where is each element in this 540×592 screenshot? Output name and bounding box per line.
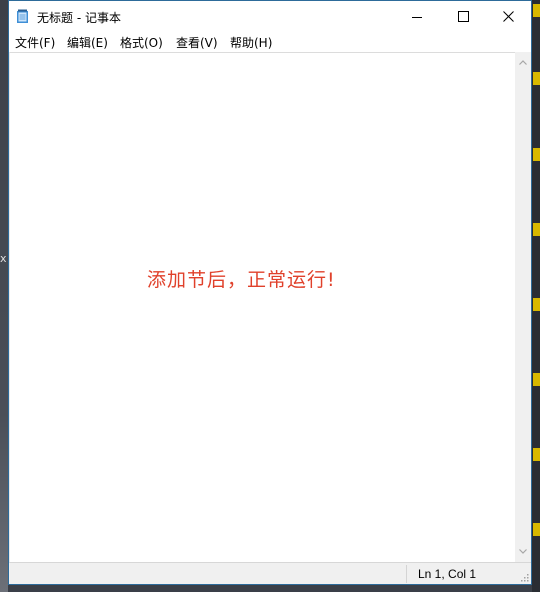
menu-edit[interactable]: 编辑(E) xyxy=(67,34,108,51)
cursor-position: Ln 1, Col 1 xyxy=(418,567,477,581)
title-bar[interactable]: 无标题 - 记事本 xyxy=(9,1,531,32)
desktop-marker xyxy=(533,4,540,17)
maximize-button[interactable] xyxy=(440,1,486,32)
desktop-background-right xyxy=(532,0,540,592)
close-button[interactable] xyxy=(485,1,531,32)
menu-view[interactable]: 查看(V) xyxy=(176,34,218,51)
notepad-window: 无标题 - 记事本 文件(F) 编辑(E) 格式(O) 查看(V) 帮助(H) … xyxy=(8,0,532,585)
status-bar: Ln 1, Col 1 xyxy=(9,562,531,584)
vertical-scrollbar[interactable] xyxy=(515,52,531,562)
menu-bar: 文件(F) 编辑(E) 格式(O) 查看(V) 帮助(H) xyxy=(9,32,531,52)
minimize-button[interactable] xyxy=(394,1,440,32)
desktop-marker xyxy=(533,448,540,461)
notepad-icon xyxy=(16,9,29,24)
text-editor[interactable]: 添加节后，正常运行! xyxy=(9,52,515,562)
desktop-marker xyxy=(533,72,540,85)
desktop-marker xyxy=(533,148,540,161)
desktop-marker xyxy=(533,298,540,311)
menu-file[interactable]: 文件(F) xyxy=(15,34,55,51)
menu-help[interactable]: 帮助(H) xyxy=(230,34,272,51)
desktop-glyph: x xyxy=(0,252,7,265)
scroll-up-icon[interactable] xyxy=(518,58,528,68)
desktop-marker xyxy=(533,373,540,386)
status-divider xyxy=(406,565,407,583)
minimize-icon xyxy=(412,16,422,18)
desktop-background-left xyxy=(0,0,8,592)
maximize-icon xyxy=(457,11,469,22)
scroll-down-icon[interactable] xyxy=(518,546,528,556)
editor-content: 添加节后，正常运行! xyxy=(147,269,336,291)
desktop-marker xyxy=(533,523,540,536)
menu-format[interactable]: 格式(O) xyxy=(120,34,163,51)
window-title: 无标题 - 记事本 xyxy=(37,11,121,25)
resize-grip-icon[interactable] xyxy=(519,572,529,582)
desktop-marker xyxy=(533,223,540,236)
close-icon xyxy=(502,11,514,22)
